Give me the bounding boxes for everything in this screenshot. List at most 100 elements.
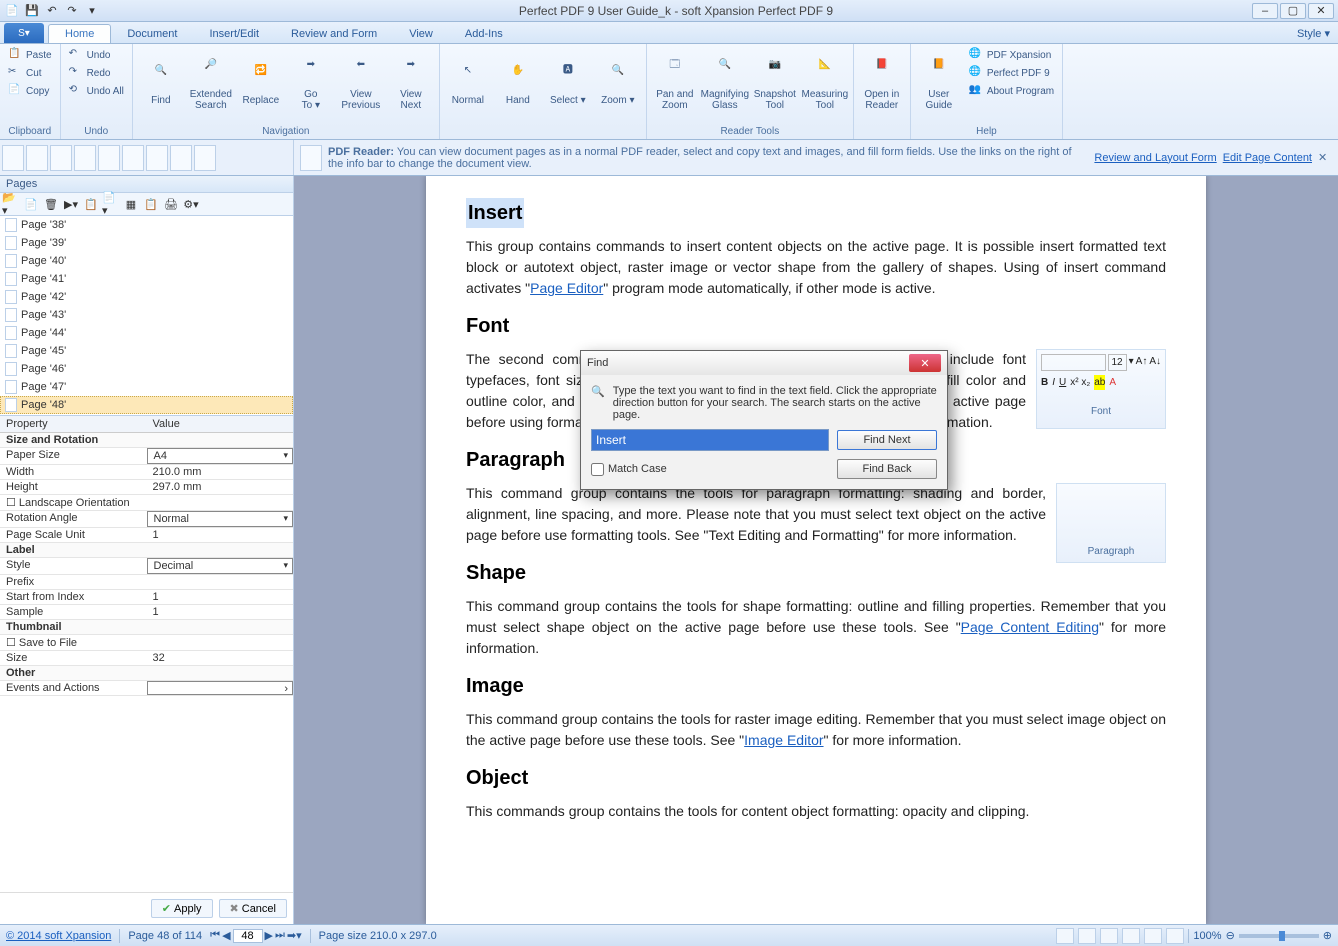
- tab-document[interactable]: Document: [111, 25, 193, 43]
- prop-start-index[interactable]: Start from Index1: [0, 590, 293, 605]
- undo-button[interactable]: ↶Undo: [65, 46, 128, 64]
- prop-rotation[interactable]: Rotation AngleNormal: [0, 511, 293, 528]
- magnifying-glass-button[interactable]: 🔍MagnifyingGlass: [701, 46, 749, 124]
- view-icon[interactable]: [1078, 928, 1096, 944]
- close-button[interactable]: ✕: [1308, 3, 1334, 19]
- maximize-button[interactable]: ▢: [1280, 3, 1306, 19]
- nav-dropdown-icon[interactable]: ➡▾: [287, 929, 302, 942]
- page-list-item[interactable]: Page '41': [0, 270, 293, 288]
- replace-button[interactable]: 🔁Replace: [237, 46, 285, 124]
- copy-button[interactable]: 📄Copy: [4, 82, 56, 100]
- zoom-slider[interactable]: [1239, 934, 1319, 938]
- first-page-icon[interactable]: ⏮: [210, 929, 220, 942]
- qat-more-icon[interactable]: ▾: [84, 3, 100, 19]
- tab-addins[interactable]: Add-Ins: [449, 25, 519, 43]
- app-menu-button[interactable]: S▾: [4, 23, 44, 43]
- open-in-reader-button[interactable]: 📕Open inReader: [858, 46, 906, 124]
- view-icon[interactable]: [1122, 928, 1140, 944]
- tool-icon[interactable]: ⚙▾: [182, 195, 200, 213]
- find-back-button[interactable]: Find Back: [837, 459, 937, 479]
- last-page-icon[interactable]: ⏭: [275, 929, 285, 942]
- normal-tool-button[interactable]: ↖Normal: [444, 46, 492, 124]
- prop-paper-size[interactable]: Paper SizeA4: [0, 448, 293, 465]
- pages-list[interactable]: Page '38'Page '39'Page '40'Page '41'Page…: [0, 216, 293, 416]
- copyright-link[interactable]: © 2014 soft Xpansion: [6, 930, 111, 942]
- find-input[interactable]: [591, 429, 829, 451]
- prop-sample[interactable]: Sample1: [0, 605, 293, 620]
- tab-view[interactable]: View: [393, 25, 449, 43]
- qat-undo-icon[interactable]: ↶: [44, 3, 60, 19]
- prop-save-file[interactable]: ☐ Save to File: [0, 635, 293, 651]
- view-mode-icon[interactable]: [194, 145, 216, 171]
- edit-page-content-link[interactable]: Edit Page Content: [1223, 152, 1312, 164]
- view-icon[interactable]: [1056, 928, 1074, 944]
- view-mode-icon[interactable]: [74, 145, 96, 171]
- prop-scale-unit[interactable]: Page Scale Unit1: [0, 528, 293, 543]
- paste-button[interactable]: 📋Paste: [4, 46, 56, 64]
- minimize-button[interactable]: –: [1252, 3, 1278, 19]
- tool-icon[interactable]: 📋: [142, 195, 160, 213]
- tool-icon[interactable]: ▦: [122, 195, 140, 213]
- find-dialog-close-icon[interactable]: ✕: [909, 354, 941, 372]
- page-list-item[interactable]: Page '40': [0, 252, 293, 270]
- prop-landscape[interactable]: ☐ Landscape Orientation: [0, 495, 293, 511]
- prop-events[interactable]: Events and Actions: [0, 681, 293, 696]
- infobar-close-icon[interactable]: ✕: [1318, 151, 1332, 164]
- page-list-item[interactable]: Page '48': [0, 396, 293, 414]
- view-mode-icon[interactable]: [170, 145, 192, 171]
- page-editor-link[interactable]: Page Editor: [530, 280, 603, 296]
- tool-icon[interactable]: 📂▾: [2, 195, 20, 213]
- document-area[interactable]: Insert This group contains commands to i…: [294, 176, 1338, 924]
- page-content-editing-link[interactable]: Page Content Editing: [961, 619, 1099, 635]
- perfect-pdf-link[interactable]: 🌐Perfect PDF 9: [965, 64, 1058, 82]
- view-icon[interactable]: [1100, 928, 1118, 944]
- cancel-button[interactable]: ✖Cancel: [219, 899, 287, 918]
- page-list-item[interactable]: Page '43': [0, 306, 293, 324]
- style-dropdown[interactable]: Style ▾: [1289, 24, 1338, 43]
- view-mode-icon[interactable]: [50, 145, 72, 171]
- image-editor-link[interactable]: Image Editor: [744, 732, 823, 748]
- find-button[interactable]: 🔍Find: [137, 46, 185, 124]
- view-mode-icon[interactable]: [122, 145, 144, 171]
- select-tool-button[interactable]: 🅰Select ▾: [544, 46, 592, 124]
- page-list-item[interactable]: Page '39': [0, 234, 293, 252]
- page-list-item[interactable]: Page '46': [0, 360, 293, 378]
- tool-icon[interactable]: 📄: [22, 195, 40, 213]
- find-next-button[interactable]: Find Next: [837, 430, 937, 450]
- tab-insert-edit[interactable]: Insert/Edit: [193, 25, 275, 43]
- tool-icon[interactable]: 🗑: [42, 195, 60, 213]
- find-dialog-titlebar[interactable]: Find ✕: [581, 351, 947, 375]
- page-list-item[interactable]: Page '47': [0, 378, 293, 396]
- tool-icon[interactable]: 📄▾: [102, 195, 120, 213]
- prop-size[interactable]: Size32: [0, 651, 293, 666]
- redo-button[interactable]: ↷Redo: [65, 64, 128, 82]
- measuring-tool-button[interactable]: 📐MeasuringTool: [801, 46, 849, 124]
- zoom-out-icon[interactable]: ⊖: [1226, 929, 1235, 942]
- user-guide-button[interactable]: 📙UserGuide: [915, 46, 963, 124]
- page-list-item[interactable]: Page '44': [0, 324, 293, 342]
- page-number-input[interactable]: [233, 929, 263, 943]
- qat-save-icon[interactable]: 💾: [24, 3, 40, 19]
- pan-zoom-button[interactable]: 🗔Pan andZoom: [651, 46, 699, 124]
- tool-icon[interactable]: 🖨: [162, 195, 180, 213]
- snapshot-tool-button[interactable]: 📷SnapshotTool: [751, 46, 799, 124]
- view-icon[interactable]: [1166, 928, 1184, 944]
- zoom-in-icon[interactable]: ⊕: [1323, 929, 1332, 942]
- view-icon[interactable]: [1144, 928, 1162, 944]
- page-list-item[interactable]: Page '42': [0, 288, 293, 306]
- match-case-checkbox[interactable]: Match Case: [591, 463, 667, 476]
- prev-page-icon[interactable]: ◀: [222, 929, 230, 942]
- qat-redo-icon[interactable]: ↷: [64, 3, 80, 19]
- tool-icon[interactable]: ▶▾: [62, 195, 80, 213]
- view-previous-button[interactable]: ⬅ViewPrevious: [337, 46, 385, 124]
- view-mode-icon[interactable]: [98, 145, 120, 171]
- tab-review-form[interactable]: Review and Form: [275, 25, 393, 43]
- tool-icon[interactable]: 📋: [82, 195, 100, 213]
- zoom-tool-button[interactable]: 🔍Zoom ▾: [594, 46, 642, 124]
- undo-all-button[interactable]: ⟲Undo All: [65, 82, 128, 100]
- view-mode-icon[interactable]: [26, 145, 48, 171]
- page-list-item[interactable]: Page '38': [0, 216, 293, 234]
- view-mode-icon[interactable]: [2, 145, 24, 171]
- tab-home[interactable]: Home: [48, 24, 111, 43]
- hand-tool-button[interactable]: ✋Hand: [494, 46, 542, 124]
